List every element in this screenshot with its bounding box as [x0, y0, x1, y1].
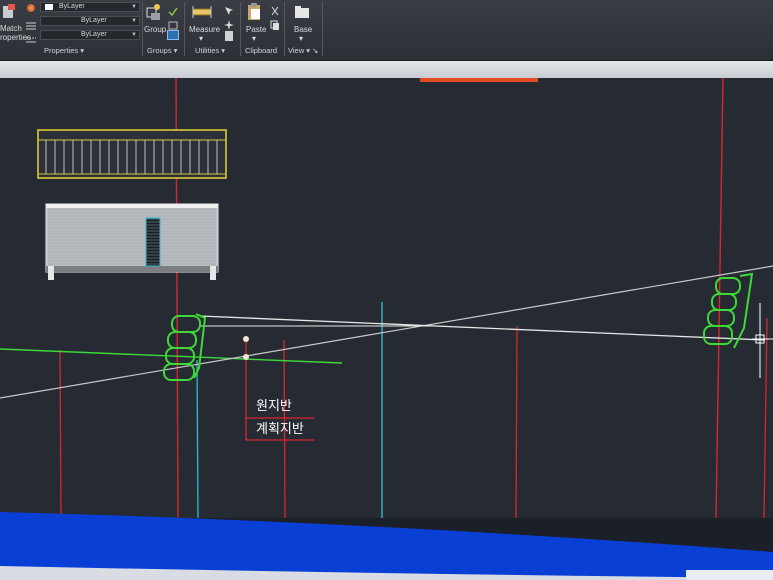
drawing-canvas[interactable]: 원지반 계획지반 — [0, 77, 773, 519]
separator — [142, 2, 143, 56]
ungroup-icon[interactable] — [168, 3, 178, 17]
lineweight-combo[interactable]: ByLayer ▼ — [40, 16, 140, 26]
base-icon[interactable] — [294, 5, 310, 19]
taskbar-fragment — [686, 570, 773, 580]
view-group-label[interactable]: View ▾ ↘ — [288, 46, 318, 55]
group-select-icon[interactable] — [167, 30, 179, 40]
base-button-label[interactable]: Base — [294, 25, 312, 34]
clipboard-group-label[interactable]: Clipboard — [245, 46, 277, 55]
group-icon[interactable] — [146, 3, 162, 21]
color-combo-value: ByLayer — [59, 3, 85, 10]
chevron-down-icon: ▼ — [131, 4, 137, 10]
linetype-combo-value: ByLayer — [81, 31, 107, 38]
chevron-down-icon: ▼ — [131, 32, 137, 38]
cad-drawing: 원지반 계획지반 — [0, 77, 773, 519]
paste-icon[interactable] — [247, 3, 261, 21]
separator — [322, 2, 323, 56]
quick-select-icon[interactable] — [224, 3, 234, 15]
linetype-combo[interactable]: ByLayer ▼ — [40, 30, 140, 40]
measure-dropdown-icon[interactable]: ▾ — [199, 34, 203, 43]
base-dropdown-icon[interactable]: ▾ — [299, 34, 303, 43]
retaining-wall-blocks — [163, 313, 207, 381]
group-edit-icon[interactable] — [168, 17, 178, 30]
label-original-ground: 원지반 — [256, 399, 292, 414]
white-line — [199, 315, 766, 341]
red-vertical-line — [515, 325, 518, 519]
red-vertical-line — [763, 317, 768, 519]
grip-point[interactable] — [243, 336, 249, 342]
grip-point[interactable] — [243, 354, 249, 360]
paste-dropdown-icon[interactable]: ▾ — [252, 34, 256, 43]
separator — [184, 2, 185, 56]
label-planned-ground: 계획지반 — [256, 422, 304, 437]
monitor-bezel-strip — [0, 61, 773, 78]
separator — [284, 2, 285, 56]
group-button-label[interactable]: Group — [144, 25, 166, 34]
monitor-edge — [0, 512, 773, 580]
cut-icon[interactable] — [270, 3, 280, 16]
chevron-down-icon: ▼ — [131, 18, 137, 24]
match-properties-icon[interactable] — [2, 4, 16, 20]
color-combo-swatch — [45, 4, 53, 10]
measure-button-label[interactable]: Measure — [189, 25, 220, 34]
copy-icon[interactable] — [270, 17, 280, 30]
cyan-vertical-line — [196, 359, 199, 519]
color-icon[interactable] — [27, 4, 35, 12]
red-vertical-line — [59, 349, 62, 519]
lineweight-icon[interactable] — [26, 17, 36, 30]
red-vertical-line — [715, 77, 724, 519]
point-style-icon[interactable] — [224, 17, 234, 30]
properties-group-label[interactable]: Properties ▾ — [44, 46, 84, 55]
retaining-wall-blocks — [703, 272, 754, 349]
separator — [240, 2, 241, 56]
calculator-icon[interactable] — [225, 31, 233, 41]
paste-button-label[interactable]: Paste — [246, 25, 266, 34]
utilities-group-label[interactable]: Utilities ▾ — [195, 46, 225, 55]
ribbon-toolbar: Match roperties ByLayer ▼ ByLayer ▼ ByLa… — [0, 0, 773, 61]
building-elevation — [37, 129, 227, 179]
color-combo[interactable]: ByLayer ▼ — [40, 2, 140, 12]
linetype-icon[interactable] — [26, 31, 36, 43]
white-line — [0, 265, 773, 399]
building-section — [45, 203, 219, 280]
measure-icon[interactable] — [192, 5, 212, 19]
groups-group-label[interactable]: Groups ▾ — [147, 46, 177, 55]
match-properties-label-1[interactable]: Match — [0, 24, 22, 33]
green-ground-line — [0, 348, 343, 364]
lineweight-combo-value: ByLayer — [81, 17, 107, 24]
title-fragment — [420, 78, 538, 82]
